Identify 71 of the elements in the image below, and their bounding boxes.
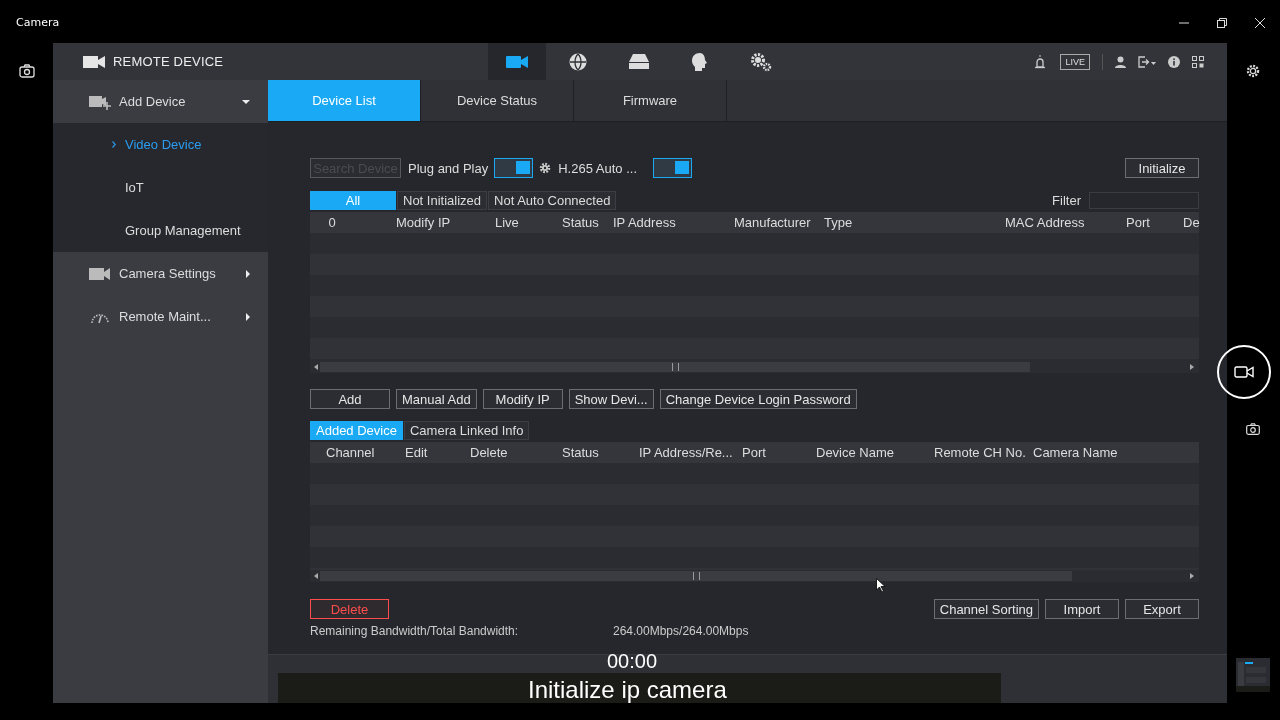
action-button[interactable]: Channel Sorting — [933, 599, 1039, 619]
column-header[interactable]: Status — [556, 445, 633, 460]
qr-code-icon[interactable] — [1192, 55, 1204, 68]
action-button[interactable]: Manual Add — [396, 389, 477, 409]
settings-icon[interactable] — [1246, 64, 1260, 78]
horizontal-scrollbar[interactable] — [310, 570, 1199, 582]
column-header[interactable]: Delete — [464, 445, 556, 460]
recording-timer: 00:00 — [607, 651, 658, 671]
video-camera-icon — [83, 54, 105, 69]
plug-and-play-label: Plug and Play — [408, 160, 489, 176]
filter-tab[interactable]: Not Auto Connected — [488, 190, 617, 210]
restore-icon[interactable] — [1217, 17, 1227, 28]
filter-tab[interactable]: Not Initialized — [397, 190, 488, 210]
photo-camera-icon[interactable] — [1246, 423, 1260, 435]
column-header[interactable]: Port — [1120, 215, 1181, 230]
column-header[interactable]: De — [1181, 215, 1200, 230]
column-header[interactable]: Status — [556, 215, 607, 230]
live-button[interactable]: LIVE — [1060, 53, 1090, 70]
close-icon[interactable] — [1255, 17, 1265, 28]
tab[interactable]: Device Status — [421, 80, 574, 121]
video-camera-icon — [89, 266, 111, 281]
submenu-item[interactable]: Video Device — [53, 123, 268, 166]
action-button[interactable]: Modify IP — [482, 389, 563, 409]
video-camera-icon — [1234, 365, 1254, 379]
page-title: REMOTE DEVICE — [113, 54, 224, 69]
column-header[interactable]: Channel — [310, 445, 399, 460]
column-header[interactable]: Type — [818, 215, 999, 230]
submenu-item[interactable]: Group Management — [53, 209, 268, 252]
thumbnail-drawing[interactable] — [1236, 658, 1270, 692]
tab[interactable]: Camera Linked Info — [403, 421, 530, 440]
submenu-item[interactable]: IoT — [53, 166, 268, 209]
add-camera-icon — [89, 93, 111, 110]
h265-label: H.265 Auto ... — [558, 160, 637, 176]
action-button[interactable]: Add — [310, 389, 390, 409]
logout-icon[interactable] — [1138, 55, 1156, 68]
action-button[interactable]: Show Devi... — [568, 389, 654, 409]
action-button[interactable]: Change Device Login Password — [659, 389, 857, 409]
column-header[interactable]: Port — [736, 445, 810, 460]
toggle-switch[interactable] — [494, 158, 534, 178]
delete-button[interactable]: Delete — [310, 599, 389, 619]
column-header[interactable]: 0 — [310, 215, 354, 230]
column-header[interactable]: IP Address — [607, 215, 728, 230]
column-header[interactable]: Live — [489, 215, 556, 230]
switch-camera-icon[interactable] — [18, 64, 35, 78]
bandwidth-value: 264.00Mbps/264.00Mbps — [613, 624, 749, 638]
alarm-icon[interactable] — [1034, 54, 1047, 69]
caption-text: Initialize ip camera — [528, 677, 727, 703]
column-header[interactable]: MAC Address — [999, 215, 1120, 230]
action-button[interactable]: Import — [1045, 599, 1119, 619]
settings-icon[interactable] — [539, 162, 552, 174]
info-icon[interactable] — [1168, 55, 1180, 68]
mouse-cursor-icon — [876, 578, 886, 593]
column-header[interactable]: IP Address/Re... — [633, 445, 736, 460]
camera-nav-icon[interactable] — [488, 43, 546, 80]
window-title: Camera — [16, 16, 60, 29]
video-record-button[interactable] — [1217, 345, 1271, 399]
column-header[interactable]: Device Name — [810, 445, 928, 460]
user-icon[interactable] — [1115, 55, 1126, 68]
bandwidth-label: Remaining Bandwidth/Total Bandwidth: — [310, 624, 520, 638]
filter-label: Filter — [1052, 192, 1081, 208]
action-button[interactable]: Export — [1125, 599, 1199, 619]
column-header[interactable]: Camera Name — [1031, 445, 1118, 460]
chevron-icon — [112, 141, 116, 148]
toggle-switch[interactable] — [653, 158, 692, 178]
initialize-button[interactable]: Initialize — [1125, 158, 1199, 178]
column-header[interactable]: Edit — [399, 445, 464, 460]
tab[interactable]: Firmware — [574, 80, 727, 121]
column-header[interactable]: Manufacturer — [728, 215, 818, 230]
horizontal-scrollbar[interactable] — [310, 361, 1199, 373]
column-header[interactable]: Modify IP — [390, 215, 489, 230]
column-header[interactable]: Remote CH No. — [928, 445, 1031, 460]
